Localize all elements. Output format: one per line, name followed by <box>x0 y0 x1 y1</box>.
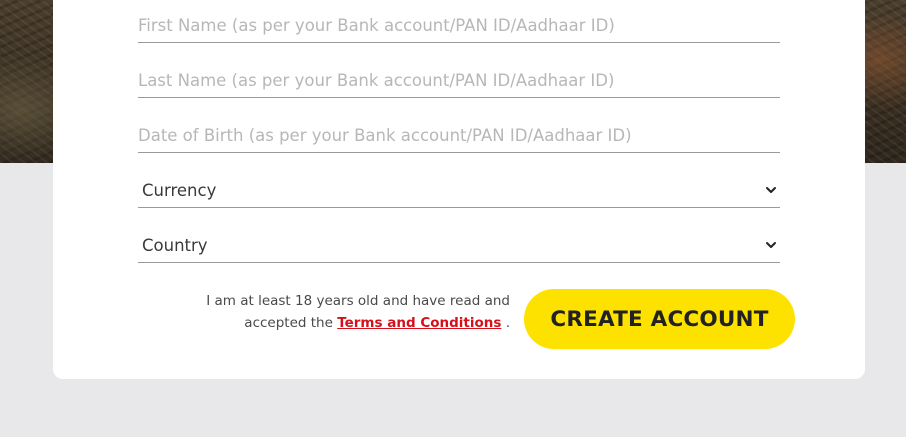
first-name-input[interactable] <box>138 10 780 40</box>
country-select[interactable]: Country <box>138 228 780 263</box>
terms-notice: I am at least 18 years old and have read… <box>170 290 510 334</box>
terms-link[interactable]: Terms and Conditions <box>337 315 501 331</box>
terms-text-prefix: accepted the <box>244 315 333 331</box>
dob-field <box>138 118 780 153</box>
create-account-button[interactable]: CREATE ACCOUNT <box>524 289 795 349</box>
terms-text-suffix: . <box>505 315 510 331</box>
dob-input[interactable] <box>138 120 780 150</box>
last-name-input[interactable] <box>138 65 780 95</box>
chevron-down-icon <box>766 242 776 248</box>
currency-select[interactable]: Currency <box>138 173 780 208</box>
country-select-value: Country <box>142 235 208 255</box>
first-name-field <box>138 8 780 43</box>
chevron-down-icon <box>766 187 776 193</box>
currency-select-value: Currency <box>142 180 217 200</box>
last-name-field <box>138 63 780 98</box>
terms-text-line1: I am at least 18 years old and have read… <box>206 293 510 309</box>
